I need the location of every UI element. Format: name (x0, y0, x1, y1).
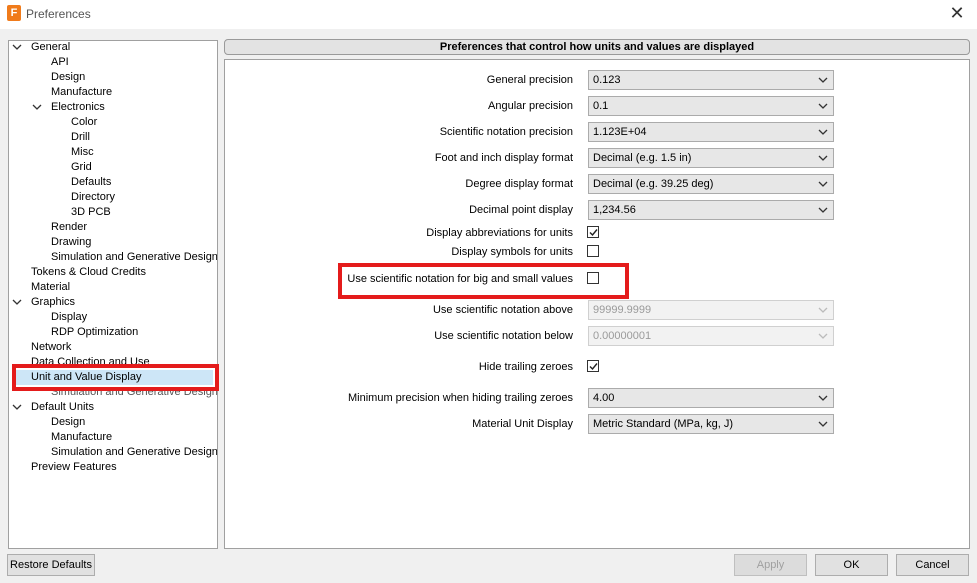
tree-item-display[interactable]: Display (51, 310, 87, 325)
chevron-down-icon (818, 155, 828, 161)
chevron-down-icon (818, 307, 828, 313)
angular-precision-label: Angular precision (488, 100, 573, 112)
chevron-down-icon[interactable] (12, 295, 22, 310)
restore-defaults-button[interactable]: Restore Defaults (7, 554, 95, 576)
foot-inch-format-label: Foot and inch display format (434, 152, 573, 164)
tree-item-manufacture[interactable]: Manufacture (51, 85, 112, 100)
min-precision-select[interactable]: 4.00 (588, 388, 834, 408)
decimal-point-select[interactable]: 1,234.56 (588, 200, 834, 220)
foot-inch-format-select[interactable]: Decimal (e.g. 1.5 in) (588, 148, 834, 168)
general-precision-select[interactable]: 0.123 (588, 70, 834, 90)
display-abbrev-label: Display abbreviations for units (426, 227, 573, 239)
angular-precision-select[interactable]: 0.1 (588, 96, 834, 116)
chevron-down-icon (818, 103, 828, 109)
chevron-down-icon[interactable] (12, 400, 22, 415)
tree-item-api[interactable]: API (51, 55, 69, 70)
sci-below-select[interactable]: 0.00000001 (588, 326, 834, 346)
checkmark-icon (589, 363, 598, 371)
material-unit-select[interactable]: Metric Standard (MPa, kg, J) (588, 414, 834, 434)
sci-precision-label: Scientific notation precision (439, 126, 573, 138)
app-icon: F (7, 5, 21, 21)
chevron-down-icon (818, 421, 828, 427)
chevron-down-icon (818, 129, 828, 135)
min-precision-label: Minimum precision when hiding trailing z… (348, 392, 573, 404)
tree-item-misc[interactable]: Misc (71, 145, 94, 160)
decimal-point-label: Decimal point display (469, 204, 573, 216)
chevron-down-icon (818, 395, 828, 401)
display-symbols-label: Display symbols for units (451, 246, 573, 258)
use-sci-highlight-box (338, 263, 629, 299)
tree-item-du-manufacture[interactable]: Manufacture (51, 430, 112, 445)
material-unit-label: Material Unit Display (472, 418, 573, 430)
tree-item-directory[interactable]: Directory (71, 190, 115, 205)
tree-item-drill[interactable]: Drill (71, 130, 90, 145)
cancel-button[interactable]: Cancel (896, 554, 969, 576)
apply-button[interactable]: Apply (734, 554, 807, 576)
chevron-down-icon[interactable] (12, 41, 22, 55)
general-precision-label: General precision (486, 74, 573, 86)
ok-button[interactable]: OK (815, 554, 888, 576)
tree-item-material[interactable]: Material (31, 280, 70, 295)
display-abbrev-checkbox[interactable] (587, 226, 599, 238)
tree-item-preview-features[interactable]: Preview Features (31, 460, 117, 475)
sci-above-label: Use scientific notation above (432, 304, 573, 316)
tree-item-color[interactable]: Color (71, 115, 97, 130)
tree-item-drawing[interactable]: Drawing (51, 235, 91, 250)
tree-item-simulation[interactable]: Simulation and Generative Design (51, 250, 217, 265)
tree-item-rdp[interactable]: RDP Optimization (51, 325, 138, 340)
chevron-down-icon (818, 77, 828, 83)
sci-precision-select[interactable]: 1.123E+04 (588, 122, 834, 142)
degree-format-select[interactable]: Decimal (e.g. 39.25 deg) (588, 174, 834, 194)
degree-format-label: Degree display format (465, 178, 573, 190)
tree-item-render[interactable]: Render (51, 220, 87, 235)
tree-item-network[interactable]: Network (31, 340, 71, 355)
tree-item-grid[interactable]: Grid (71, 160, 92, 175)
sci-below-label: Use scientific notation below (434, 330, 573, 342)
preferences-tree: General API Design Manufacture Electroni… (8, 40, 218, 549)
title-bar: F Preferences ✕ (0, 0, 977, 29)
tree-item-design[interactable]: Design (51, 70, 85, 85)
panel-header: Preferences that control how units and v… (224, 39, 970, 55)
tree-item-3d-pcb[interactable]: 3D PCB (71, 205, 111, 220)
chevron-down-icon (818, 181, 828, 187)
tree-item-defaults[interactable]: Defaults (71, 175, 111, 190)
settings-panel: General precision 0.123 Angular precisio… (224, 59, 970, 549)
tree-item-du-design[interactable]: Design (51, 415, 85, 430)
display-symbols-checkbox[interactable] (587, 245, 599, 257)
tree-item-tokens[interactable]: Tokens & Cloud Credits (31, 265, 146, 280)
chevron-down-icon (818, 333, 828, 339)
chevron-down-icon (818, 207, 828, 213)
window-title: Preferences (26, 7, 91, 21)
checkmark-icon (589, 229, 598, 237)
chevron-down-icon[interactable] (32, 100, 42, 115)
selection-highlight-box (12, 364, 219, 391)
hide-zeroes-checkbox[interactable] (587, 360, 599, 372)
hide-zeroes-label: Hide trailing zeroes (478, 361, 573, 373)
tree-item-du-simulation[interactable]: Simulation and Generative Design (51, 445, 217, 460)
sci-above-select[interactable]: 99999.9999 (588, 300, 834, 320)
close-icon[interactable]: ✕ (947, 3, 967, 23)
